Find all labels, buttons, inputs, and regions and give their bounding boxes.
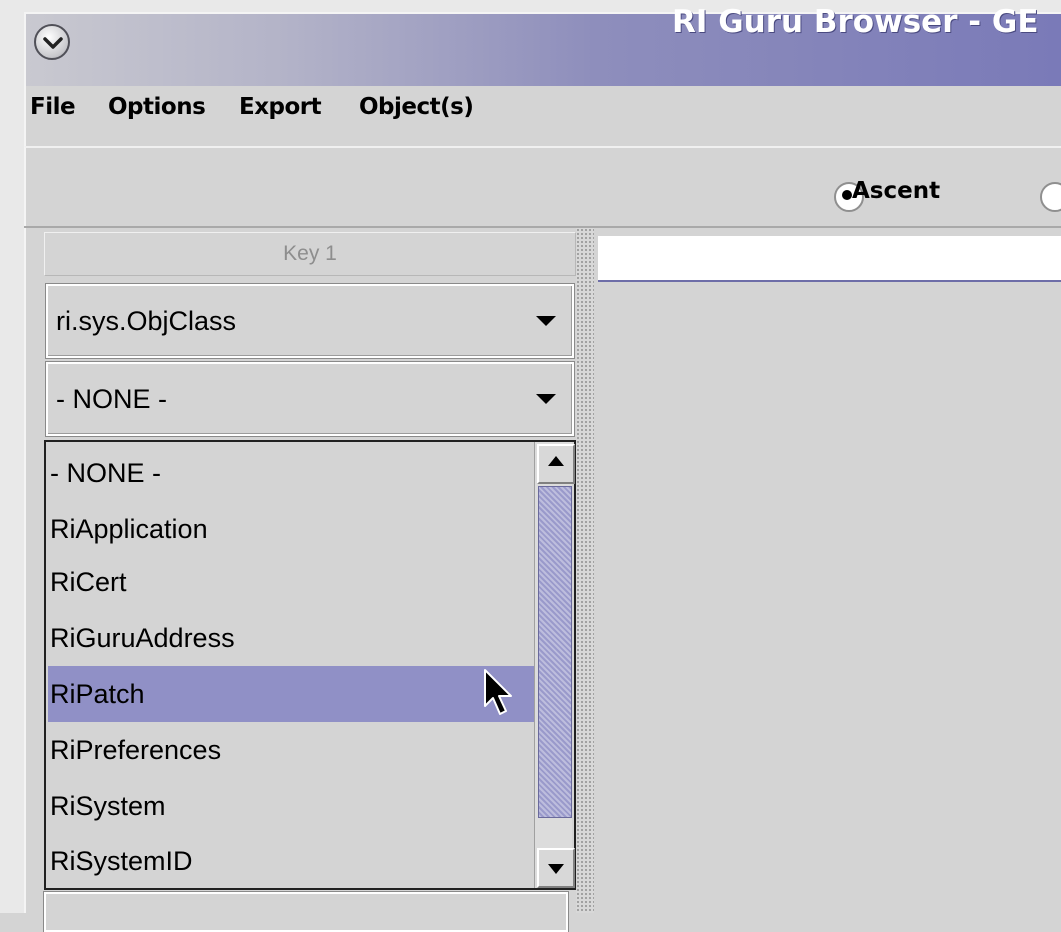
class-combo[interactable]: ri.sys.ObjClass bbox=[46, 284, 574, 358]
radio-selected-dot bbox=[842, 190, 852, 200]
list-scrollbar[interactable] bbox=[534, 442, 575, 888]
scroll-thumb[interactable] bbox=[538, 486, 572, 818]
list-item[interactable]: RiSystem bbox=[48, 778, 536, 834]
list-item-selected[interactable]: RiPatch bbox=[48, 666, 536, 722]
filter-combo-value: - NONE - bbox=[56, 384, 167, 414]
key-header: Key 1 bbox=[44, 232, 576, 276]
list-item[interactable]: RiGuruAddress bbox=[48, 610, 536, 666]
window-menu-button[interactable] bbox=[34, 24, 70, 60]
class-combo-value: ri.sys.ObjClass bbox=[56, 306, 237, 336]
arrow-up-icon bbox=[548, 456, 564, 466]
window-title: RI Guru Browser - GE bbox=[672, 4, 1039, 40]
chevron-down-icon bbox=[43, 37, 63, 49]
scroll-down-button[interactable] bbox=[537, 848, 575, 888]
list-item[interactable]: - NONE - bbox=[48, 445, 536, 501]
list-item[interactable]: RiApplication bbox=[48, 501, 536, 557]
list-item[interactable]: RiSystemID bbox=[48, 833, 536, 889]
content-panel bbox=[594, 228, 1061, 913]
menu-objects[interactable]: Object(s) bbox=[359, 94, 474, 120]
menu-options[interactable]: Options bbox=[108, 94, 206, 120]
dropdown-arrow-icon[interactable] bbox=[536, 394, 556, 404]
next-key-combo[interactable] bbox=[44, 892, 568, 932]
arrow-down-icon bbox=[548, 864, 564, 874]
mouse-cursor-icon bbox=[482, 668, 516, 723]
window-frame-left bbox=[0, 0, 24, 913]
dropdown-arrow-icon[interactable] bbox=[536, 316, 556, 326]
menu-file[interactable]: File bbox=[30, 94, 76, 120]
radio-ascent-label[interactable]: Ascent bbox=[852, 178, 940, 204]
panel-splitter[interactable] bbox=[576, 228, 594, 913]
scroll-up-button[interactable] bbox=[537, 444, 575, 484]
filter-combo[interactable]: - NONE - bbox=[46, 362, 574, 436]
content-header bbox=[598, 236, 1061, 282]
menu-export[interactable]: Export bbox=[239, 94, 322, 120]
list-item[interactable]: RiCert bbox=[48, 554, 536, 610]
menu-bar: File Options Export Object(s) bbox=[24, 86, 1061, 146]
list-item[interactable]: RiPreferences bbox=[48, 722, 536, 778]
dropdown-list: - NONE - RiApplication RiCert RiGuruAddr… bbox=[44, 440, 576, 890]
